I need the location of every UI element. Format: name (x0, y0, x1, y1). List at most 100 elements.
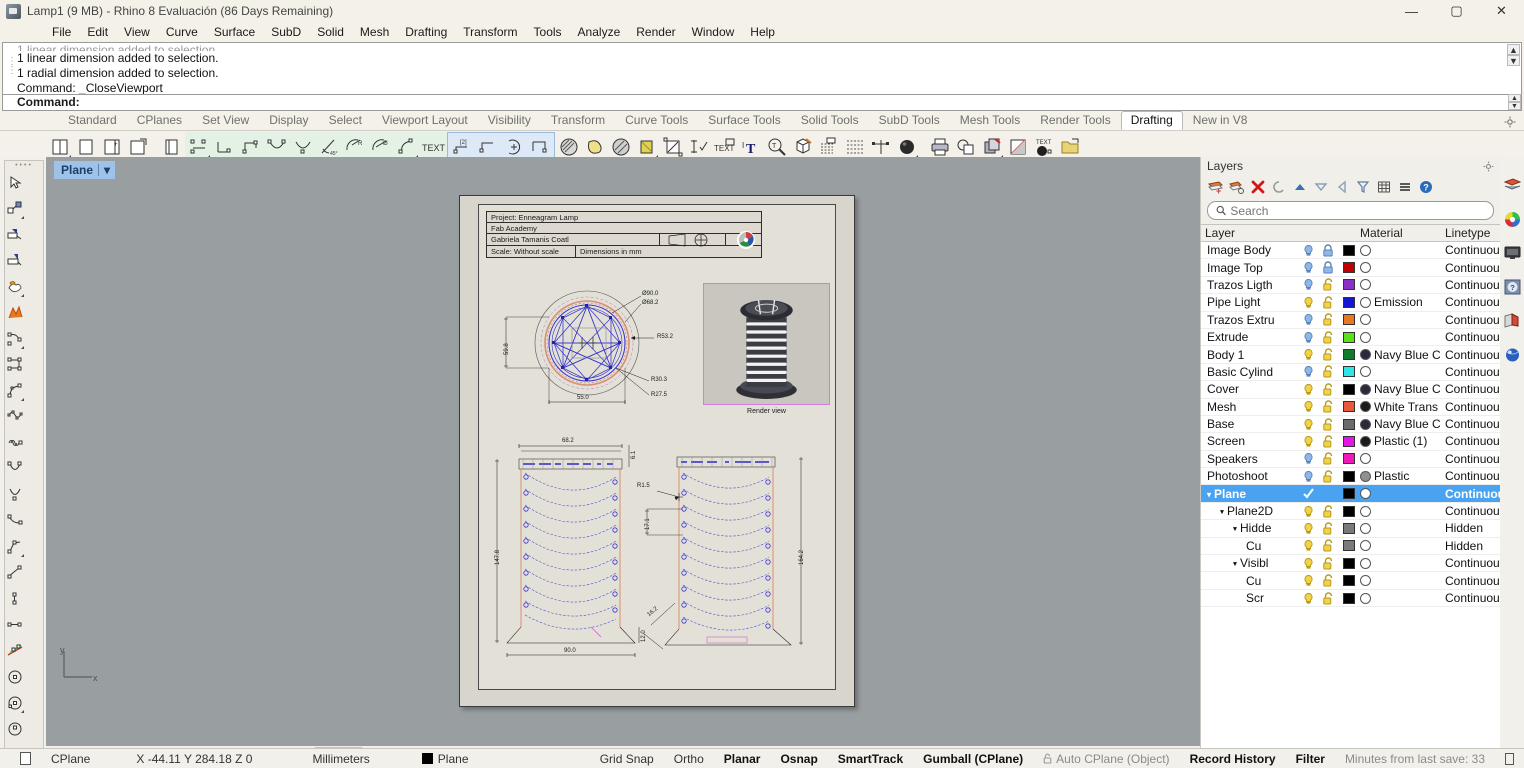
layer-visibility-bulb-icon[interactable] (1298, 261, 1318, 274)
status-toggle-smarttrack[interactable]: SmartTrack (828, 752, 913, 766)
toolbar-tab-set-view[interactable]: Set View (192, 111, 259, 130)
layers-tab-icon[interactable] (1502, 175, 1522, 195)
menu-item-mesh[interactable]: Mesh (352, 23, 397, 41)
toolbar-tab-curve-tools[interactable]: Curve Tools (615, 111, 698, 130)
select-window-icon[interactable] (5, 195, 25, 221)
status-toggle-auto-cplane-object[interactable]: Auto CPlane (Object) (1033, 752, 1179, 766)
toolbar-tab-new-in-v8[interactable]: New in V8 (1183, 111, 1258, 130)
layer-linetype[interactable]: Continuous (1445, 243, 1500, 257)
layer-visibility-bulb-icon[interactable] (1298, 400, 1318, 413)
layer-linetype[interactable]: Continuous (1445, 452, 1500, 466)
layer-row[interactable]: Screen Plastic (1) Continuous (1201, 433, 1500, 451)
layer-color-swatch[interactable] (1338, 262, 1360, 274)
polyline-angle-icon[interactable] (5, 533, 25, 559)
toolbar-tab-viewport-layout[interactable]: Viewport Layout (372, 111, 478, 130)
environment-panel-icon[interactable] (1502, 345, 1522, 365)
layer-linetype[interactable]: Continuous (1445, 400, 1500, 414)
menu-item-window[interactable]: Window (684, 23, 743, 41)
layer-color-swatch[interactable] (1338, 331, 1360, 343)
help-panel-icon[interactable]: ? (1502, 277, 1522, 297)
status-toggle-record-history[interactable]: Record History (1180, 752, 1286, 766)
layer-row[interactable]: Base Navy Blue C Continuous (1201, 416, 1500, 434)
layer-name[interactable]: ▴ Plane (1201, 487, 1298, 501)
layer-name[interactable]: Scr (1201, 591, 1298, 605)
layer-row[interactable]: ▴ Visibl Continuous (1201, 555, 1500, 573)
move-down-icon[interactable] (1312, 178, 1330, 196)
layer-material[interactable]: Plastic (1) (1360, 434, 1445, 448)
layer-row[interactable]: Basic Cylind Continuous (1201, 364, 1500, 382)
arc-3pt-icon[interactable] (5, 455, 25, 481)
toolbar-tab-display[interactable]: Display (259, 111, 318, 130)
layer-color-swatch[interactable] (1338, 592, 1360, 604)
layer-linetype[interactable]: Continuous (1445, 261, 1500, 275)
layer-color-swatch[interactable] (1338, 401, 1360, 413)
toolbar-tab-subd-tools[interactable]: SubD Tools (869, 111, 950, 130)
layer-row[interactable]: Mesh White Trans Continuous (1201, 399, 1500, 416)
layer-name[interactable]: Cu (1201, 574, 1298, 588)
layer-lock-icon[interactable] (1318, 504, 1338, 518)
layer-name[interactable]: Trazos Extru (1201, 313, 1298, 327)
circle-center-icon[interactable] (5, 663, 25, 689)
layer-material[interactable]: Navy Blue C (1360, 382, 1445, 396)
join-icon[interactable] (5, 299, 25, 325)
layer-row[interactable]: Trazos Extru Continuous (1201, 312, 1500, 329)
expander-triangle-icon[interactable]: ▴ (1220, 508, 1224, 517)
layer-table-icon[interactable] (1375, 178, 1393, 196)
circle-diameter-icon[interactable] (5, 689, 25, 715)
undo-icon[interactable] (5, 221, 25, 247)
layer-color-swatch[interactable] (1338, 522, 1360, 534)
status-toggle-planar[interactable]: Planar (714, 752, 771, 766)
layer-name[interactable]: ▴ Hidde (1201, 521, 1298, 535)
layer-material[interactable] (1360, 575, 1445, 587)
palette-grip[interactable]: •••• (5, 161, 43, 169)
layer-name[interactable]: Image Top (1201, 261, 1298, 275)
layer-visibility-bulb-icon[interactable] (1298, 331, 1318, 344)
menu-item-subd[interactable]: SubD (263, 23, 309, 41)
layer-linetype[interactable]: Continuous (1445, 487, 1500, 501)
layer-row[interactable]: ▴Plane Continuous (1201, 485, 1500, 503)
expander-triangle-icon[interactable]: ▴ (1233, 560, 1237, 569)
cplane-label[interactable]: CPlane (41, 752, 100, 766)
layers-list[interactable]: Image Body Continuous Image Top Continuous T… (1201, 242, 1500, 758)
delete-layer-icon[interactable] (1249, 178, 1267, 196)
polyline-2-icon[interactable] (5, 559, 25, 585)
curve-interpolate-icon[interactable] (5, 377, 25, 403)
layers-search-box[interactable] (1207, 201, 1494, 220)
layer-visibility-bulb-icon[interactable] (1298, 296, 1318, 309)
menu-item-drafting[interactable]: Drafting (397, 23, 455, 41)
layer-color-swatch[interactable] (1338, 366, 1360, 378)
layer-linetype[interactable]: Continuous (1445, 348, 1500, 362)
layer-color-swatch[interactable] (1338, 296, 1360, 308)
layer-material[interactable]: Emission (1360, 295, 1445, 309)
layer-material[interactable] (1360, 366, 1445, 378)
command-history[interactable]: ⋮ ⋮ 1 linear dimension added to selection… (2, 42, 1522, 94)
layer-name[interactable]: Speakers (1201, 452, 1298, 466)
layer-material[interactable] (1360, 262, 1445, 274)
layer-linetype[interactable]: Continuous (1445, 278, 1500, 292)
layer-color-swatch[interactable] (1338, 557, 1360, 569)
menu-item-surface[interactable]: Surface (206, 23, 263, 41)
new-layer-icon[interactable]: + (1207, 178, 1225, 196)
layer-visibility-bulb-icon[interactable] (1298, 278, 1318, 291)
layer-material[interactable] (1360, 488, 1445, 500)
layer-linetype[interactable]: Continuous (1445, 556, 1500, 570)
layer-color-swatch[interactable] (1338, 314, 1360, 326)
layer-filter-icon[interactable] (1354, 178, 1372, 196)
toolbar-tab-mesh-tools[interactable]: Mesh Tools (950, 111, 1030, 130)
layer-material[interactable]: Navy Blue C (1360, 417, 1445, 431)
layer-linetype[interactable]: Hidden (1445, 521, 1500, 535)
layer-name[interactable]: Mesh (1201, 400, 1298, 414)
layer-visibility-bulb-icon[interactable] (1298, 505, 1318, 518)
layer-linetype[interactable]: Continuous (1445, 365, 1500, 379)
display-panel-icon[interactable] (1502, 243, 1522, 263)
cplane-swatch-icon[interactable] (10, 751, 41, 766)
toolbar-tab-transform[interactable]: Transform (541, 111, 615, 130)
layer-material[interactable] (1360, 331, 1445, 343)
current-layer-check-icon[interactable] (1298, 487, 1318, 500)
arc-tangent-icon[interactable] (5, 507, 25, 533)
layer-name[interactable]: Cu (1201, 539, 1298, 553)
layer-name[interactable]: Basic Cylind (1201, 365, 1298, 379)
layer-row[interactable]: Pipe Light Emission Continuous (1201, 294, 1500, 312)
curve-control-points-icon[interactable] (5, 403, 25, 429)
layer-visibility-bulb-icon[interactable] (1298, 435, 1318, 448)
